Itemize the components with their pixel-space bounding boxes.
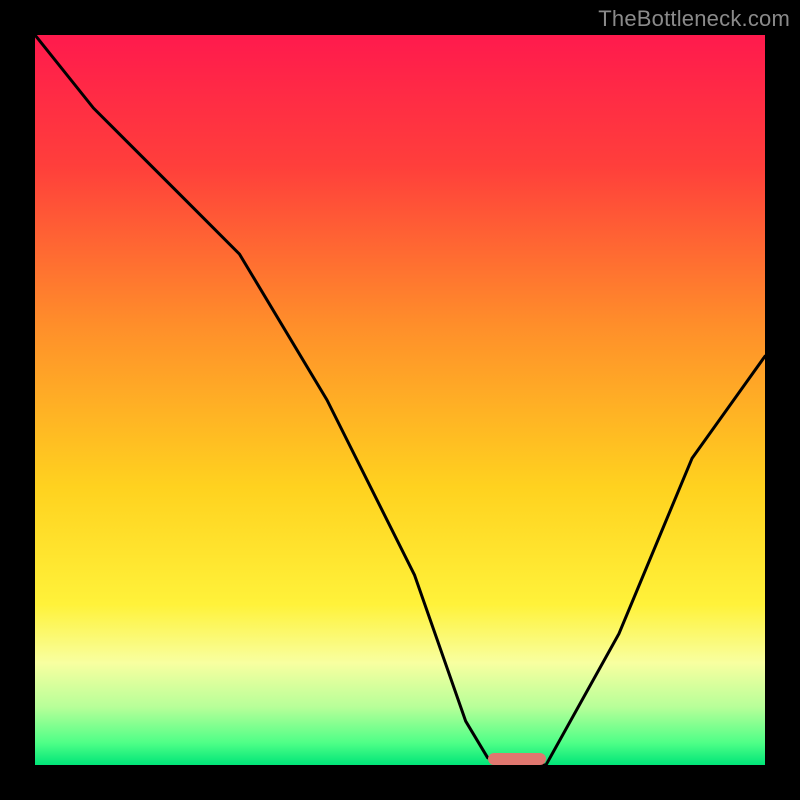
optimal-marker [488, 753, 546, 765]
chart-frame: TheBottleneck.com [0, 0, 800, 800]
plot-area [35, 35, 765, 765]
watermark-text: TheBottleneck.com [598, 6, 790, 32]
bottleneck-curve [35, 35, 765, 765]
